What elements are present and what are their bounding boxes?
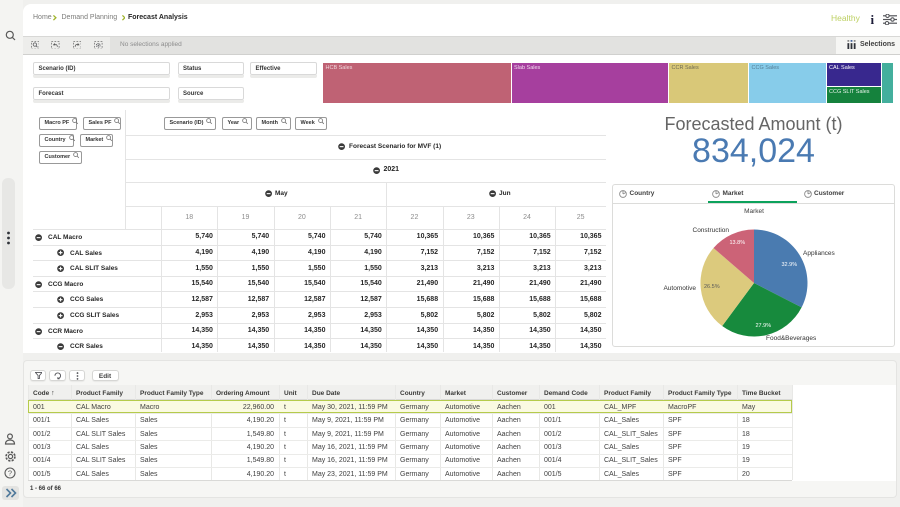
svg-text:?: ? — [8, 469, 12, 478]
